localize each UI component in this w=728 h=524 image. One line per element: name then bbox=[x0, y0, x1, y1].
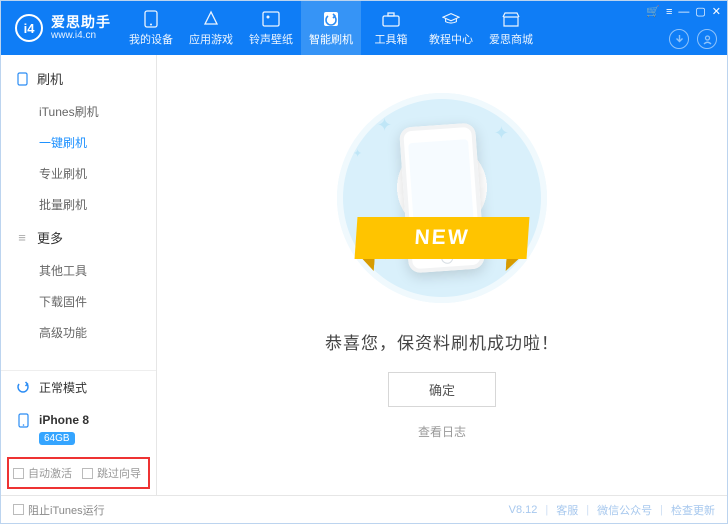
sidebar-item-advanced[interactable]: 高级功能 bbox=[1, 317, 156, 348]
phone-ribbon-wrap: NEW bbox=[404, 125, 480, 271]
checkbox-auto-activate[interactable]: 自动激活 bbox=[13, 465, 72, 481]
storage-badge: 64GB bbox=[39, 432, 75, 445]
tab-label: 教程中心 bbox=[429, 31, 473, 47]
checkbox-label: 跳过向导 bbox=[97, 465, 141, 481]
tab-label: 智能刷机 bbox=[309, 31, 353, 47]
grad-cap-icon bbox=[442, 10, 460, 28]
sidebar-item-onekey-flash[interactable]: 一键刷机 bbox=[1, 127, 156, 158]
header-action-icons bbox=[669, 29, 717, 49]
success-message: 恭喜您，保资料刷机成功啦！ bbox=[325, 329, 559, 354]
toolbox-icon bbox=[382, 10, 400, 28]
tab-label: 工具箱 bbox=[375, 31, 408, 47]
phone-small-icon bbox=[15, 72, 29, 86]
sidebar-group-more[interactable]: ≡ 更多 bbox=[1, 220, 156, 255]
more-icon: ≡ bbox=[15, 231, 29, 245]
sparkle-icon: ✦ bbox=[353, 147, 362, 160]
phone-icon bbox=[142, 10, 160, 28]
checkbox-label: 自动激活 bbox=[28, 465, 72, 481]
checkbox-skip-wizard[interactable]: 跳过向导 bbox=[82, 465, 141, 481]
footer-link-support[interactable]: 客服 bbox=[556, 502, 578, 518]
checkbox-icon bbox=[13, 504, 24, 515]
sidebar-option-highlight: 自动激活 跳过向导 bbox=[7, 457, 150, 489]
footer-link-update[interactable]: 检查更新 bbox=[671, 502, 715, 518]
header-tabs: 我的设备 应用游戏 铃声壁纸 智能刷机 工具箱 教程中心 bbox=[121, 1, 727, 55]
tab-label: 应用游戏 bbox=[189, 31, 233, 47]
brand: i4 爱思助手 www.i4.cn bbox=[1, 1, 121, 55]
app-header: i4 爱思助手 www.i4.cn 我的设备 应用游戏 铃声壁纸 智能刷机 bbox=[1, 1, 727, 55]
view-log-link[interactable]: 查看日志 bbox=[418, 423, 466, 440]
tab-tutorials[interactable]: 教程中心 bbox=[421, 1, 481, 55]
brand-text: 爱思助手 www.i4.cn bbox=[51, 14, 111, 42]
tab-label: 我的设备 bbox=[129, 31, 173, 47]
flash-icon bbox=[322, 10, 340, 28]
sidebar-item-batch-flash[interactable]: 批量刷机 bbox=[1, 189, 156, 220]
minimize-icon[interactable]: — bbox=[678, 6, 689, 18]
sidebar-item-download-fw[interactable]: 下载固件 bbox=[1, 286, 156, 317]
new-ribbon: NEW bbox=[355, 217, 530, 259]
tab-toolbox[interactable]: 工具箱 bbox=[361, 1, 421, 55]
download-circle-icon[interactable] bbox=[669, 29, 689, 49]
device-mode[interactable]: 正常模式 bbox=[1, 371, 156, 404]
wallpaper-icon bbox=[262, 10, 280, 28]
sidebar-item-itunes-flash[interactable]: iTunes刷机 bbox=[1, 96, 156, 127]
status-bar: 阻止iTunes运行 V8.12| 客服| 微信公众号| 检查更新 bbox=[1, 495, 727, 523]
tab-apps[interactable]: 应用游戏 bbox=[181, 1, 241, 55]
footer-link-wechat[interactable]: 微信公众号 bbox=[597, 502, 652, 518]
brand-title: 爱思助手 bbox=[51, 14, 111, 30]
checkbox-icon bbox=[82, 468, 93, 479]
main-panel: ✦ ✦ ✦ ✦ ✦ NEW 恭喜您，保资料刷机成功啦！ 确定 查看日志 bbox=[157, 55, 727, 495]
sidebar: 刷机 iTunes刷机 一键刷机 专业刷机 批量刷机 ≡ 更多 其他工具 下载固… bbox=[1, 55, 157, 495]
sidebar-item-pro-flash[interactable]: 专业刷机 bbox=[1, 158, 156, 189]
sidebar-item-other-tools[interactable]: 其他工具 bbox=[1, 255, 156, 286]
sidebar-group-title: 更多 bbox=[37, 228, 63, 247]
device-info[interactable]: iPhone 8 bbox=[1, 404, 156, 430]
user-circle-icon[interactable] bbox=[697, 29, 717, 49]
sidebar-bottom: 正常模式 iPhone 8 64GB 自动激活 跳过向导 bbox=[1, 370, 156, 495]
device-name: iPhone 8 bbox=[39, 413, 89, 427]
device-icon bbox=[15, 412, 31, 428]
tab-flash[interactable]: 智能刷机 bbox=[301, 1, 361, 55]
tab-label: 爱思商城 bbox=[489, 31, 533, 47]
menu-icon[interactable]: ≡ bbox=[666, 6, 672, 18]
apps-icon bbox=[202, 10, 220, 28]
tab-ringtones[interactable]: 铃声壁纸 bbox=[241, 1, 301, 55]
checkbox-icon bbox=[13, 468, 24, 479]
checkbox-block-itunes[interactable]: 阻止iTunes运行 bbox=[13, 502, 105, 518]
footer-right: V8.12| 客服| 微信公众号| 检查更新 bbox=[509, 502, 715, 518]
cart-icon[interactable]: 🛒 bbox=[646, 5, 660, 18]
device-mode-label: 正常模式 bbox=[39, 379, 87, 396]
window-controls: 🛒 ≡ — ▢ ✕ bbox=[646, 5, 721, 18]
ok-button[interactable]: 确定 bbox=[388, 372, 496, 407]
tab-mydevice[interactable]: 我的设备 bbox=[121, 1, 181, 55]
sidebar-group-title: 刷机 bbox=[37, 69, 63, 88]
tab-label: 铃声壁纸 bbox=[249, 31, 293, 47]
tab-store[interactable]: 爱思商城 bbox=[481, 1, 541, 55]
brand-url: www.i4.cn bbox=[51, 30, 111, 42]
close-icon[interactable]: ✕ bbox=[712, 5, 721, 18]
store-icon bbox=[502, 10, 520, 28]
brand-logo-icon: i4 bbox=[15, 14, 43, 42]
sparkle-icon: ✦ bbox=[377, 115, 392, 136]
sparkle-icon: ✦ bbox=[494, 123, 509, 144]
sidebar-group-flash[interactable]: 刷机 bbox=[1, 61, 156, 96]
maximize-icon[interactable]: ▢ bbox=[695, 5, 705, 18]
success-illustration: ✦ ✦ ✦ ✦ ✦ NEW bbox=[337, 93, 547, 303]
app-root: i4 爱思助手 www.i4.cn 我的设备 应用游戏 铃声壁纸 智能刷机 bbox=[0, 0, 728, 524]
version-label: V8.12 bbox=[509, 504, 538, 516]
checkbox-label: 阻止iTunes运行 bbox=[28, 502, 105, 518]
refresh-icon bbox=[15, 380, 31, 396]
app-body: 刷机 iTunes刷机 一键刷机 专业刷机 批量刷机 ≡ 更多 其他工具 下载固… bbox=[1, 55, 727, 495]
